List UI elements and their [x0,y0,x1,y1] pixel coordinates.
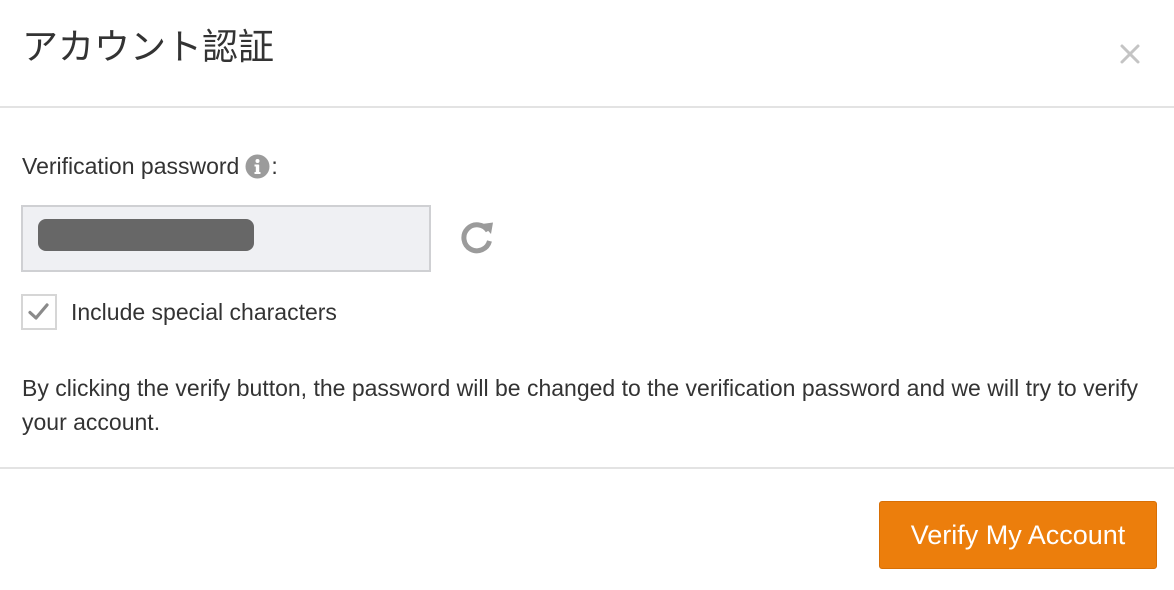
password-value: •••••••••••••• [41,221,149,247]
checkmark-icon [28,303,49,320]
close-icon [1120,44,1140,64]
dialog-body: Verification password : •••••••••••••• [0,108,1174,468]
verify-my-account-button[interactable]: Verify My Account [879,501,1157,569]
include-special-characters-label[interactable]: Include special characters [71,298,337,326]
account-verification-dialog: アカウント認証 Verification password : Include … [0,0,1174,590]
dialog-title: アカウント認証 [22,27,275,68]
dialog-header: アカウント認証 [0,0,1174,108]
password-label-colon: : [271,153,278,179]
dialog-footer: Verify My Account [0,467,1174,590]
password-field-label: Verification password : [22,152,278,180]
refresh-icon [461,222,493,254]
include-special-characters-checkbox[interactable] [21,294,57,330]
password-label-text: Verification password [22,153,240,179]
regenerate-password-button[interactable] [458,219,496,257]
verification-password-input[interactable]: •••••••••••••• [21,205,431,272]
close-button[interactable] [1114,38,1146,70]
verification-description: By clicking the verify button, the passw… [22,375,1139,435]
info-icon[interactable] [245,154,270,179]
